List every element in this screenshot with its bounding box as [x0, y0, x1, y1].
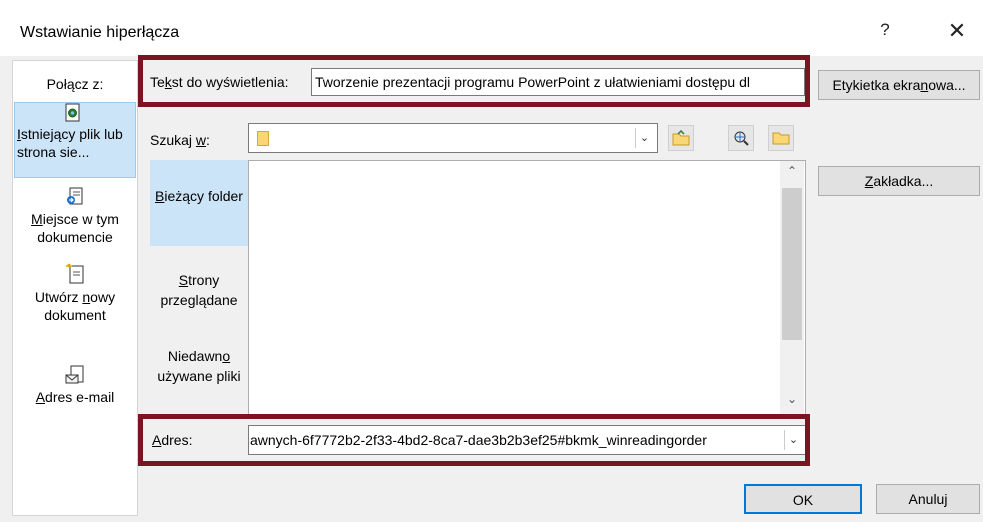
- nav-place-mnemonic: M: [31, 211, 43, 227]
- scrollbar-thumb[interactable]: [782, 188, 802, 340]
- browse-current-mnemonic: B: [155, 188, 165, 204]
- browse-recent-mnemonic: o: [222, 348, 231, 364]
- screen-tip-button[interactable]: Etykietka ekranowa...: [818, 70, 980, 100]
- browse-current-label: ieżący folder: [164, 188, 243, 204]
- browse-recent-pre: Niedawn: [167, 348, 223, 364]
- browse-pages-label: trony przeglądane: [160, 272, 238, 308]
- highlight-box-address: [138, 414, 810, 466]
- bookmark-rest: akładka...: [873, 173, 934, 189]
- look-in-label: Szukaj w:: [150, 132, 210, 148]
- browse-browsed-pages[interactable]: Strony przeglądane: [150, 270, 248, 310]
- link-to-label: Połącz z:: [46, 76, 104, 92]
- dialog-title: Wstawianie hiperłącza: [20, 24, 180, 41]
- scroll-up-icon[interactable]: ⌃: [780, 164, 804, 184]
- nav-existing-label: stniejący plik lub strona sie...: [17, 126, 123, 160]
- nav-place-in-document[interactable]: Miejsce w tym dokumencie: [14, 186, 136, 246]
- cancel-button[interactable]: Anuluj: [876, 484, 980, 514]
- browse-web-button[interactable]: [728, 125, 754, 151]
- folder-icon: [257, 131, 269, 146]
- existing-file-icon: [65, 103, 80, 122]
- nav-email-address[interactable]: Adres e-mail: [14, 364, 136, 406]
- new-document-icon: [66, 263, 84, 284]
- place-in-document-icon: [67, 187, 83, 205]
- email-address-icon: [65, 365, 84, 384]
- browse-current-folder[interactable]: Bieżący folder: [150, 160, 248, 246]
- scroll-down-icon[interactable]: ⌄: [780, 392, 804, 412]
- browse-file-button[interactable]: [768, 125, 794, 151]
- nav-create-new-document[interactable]: Utwórz nowy dokument: [14, 262, 136, 324]
- look-in-mnemonic: w: [195, 132, 207, 148]
- look-in-pre: Szukaj: [150, 132, 196, 148]
- nav-existing-file-or-web-page[interactable]: Istniejący plik lub strona sie...: [14, 102, 136, 178]
- up-one-folder-button[interactable]: [668, 125, 694, 151]
- file-list[interactable]: [248, 160, 806, 416]
- nav-new-mnemonic: n: [82, 289, 91, 305]
- open-folder-icon: [772, 132, 790, 145]
- ok-button[interactable]: OK: [744, 484, 862, 514]
- screen-tip-rest: owa...: [928, 77, 966, 93]
- browse-web-icon: [734, 131, 749, 146]
- folder-up-icon: [672, 129, 690, 146]
- bookmark-button[interactable]: Zakładka...: [818, 166, 980, 196]
- nav-email-mnemonic: A: [35, 389, 46, 405]
- nav-place-label: iejsce w tym dokumencie: [37, 211, 119, 245]
- close-button[interactable]: ✕: [940, 18, 974, 48]
- nav-email-label: dres e-mail: [45, 389, 115, 405]
- screen-tip-pre: Etykietka ekra: [832, 77, 921, 93]
- highlight-box-display-text: [138, 55, 810, 107]
- nav-new-label-pre: Utwórz: [34, 289, 83, 305]
- look-in-rest: :: [206, 132, 210, 148]
- browse-recent-files[interactable]: Niedawno używane pliki: [150, 346, 248, 386]
- browse-pages-mnemonic: S: [178, 272, 189, 288]
- chevron-down-icon[interactable]: ⌄: [635, 128, 653, 148]
- look-in-dropdown[interactable]: ⌄: [248, 123, 658, 153]
- help-button[interactable]: ?: [870, 20, 900, 46]
- browse-recent-label: używane pliki: [157, 368, 241, 384]
